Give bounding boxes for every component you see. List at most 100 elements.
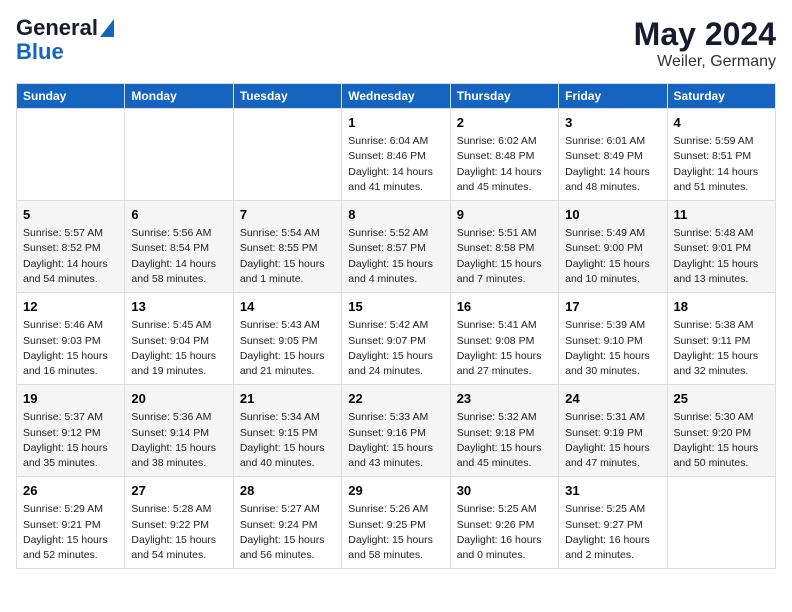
day-info: Sunrise: 5:51 AM Sunset: 8:58 PM Dayligh… (457, 226, 552, 287)
calendar-cell: 25 Sunrise: 5:30 AM Sunset: 9:20 PM Dayli… (667, 385, 775, 477)
calendar-cell: 2 Sunrise: 6:02 AM Sunset: 8:48 PM Daylig… (450, 109, 558, 201)
day-info: Sunrise: 6:01 AM Sunset: 8:49 PM Dayligh… (565, 134, 660, 195)
logo-triangle-icon (100, 19, 114, 37)
calendar-week-row: 19 Sunrise: 5:37 AM Sunset: 9:12 PM Dayli… (17, 385, 776, 477)
calendar-cell: 21Sunrise: 5:34 AM Sunset: 9:15 PM Dayli… (233, 385, 341, 477)
calendar-cell: 31 Sunrise: 5:25 AM Sunset: 9:27 PM Dayli… (559, 477, 667, 569)
calendar-header-row: SundayMondayTuesdayWednesdayThursdayFrid… (17, 84, 776, 109)
day-info: Sunrise: 5:27 AM Sunset: 9:24 PM Dayligh… (240, 502, 335, 563)
calendar-cell: 22 Sunrise: 5:33 AM Sunset: 9:16 PM Dayli… (342, 385, 450, 477)
day-number: 20 (131, 390, 226, 408)
day-number: 25 (674, 390, 769, 408)
calendar-cell: 1 Sunrise: 6:04 AM Sunset: 8:46 PM Daylig… (342, 109, 450, 201)
calendar-cell: 5 Sunrise: 5:57 AM Sunset: 8:52 PM Daylig… (17, 201, 125, 293)
day-info: Sunrise: 6:04 AM Sunset: 8:46 PM Dayligh… (348, 134, 443, 195)
calendar-cell: 26Sunrise: 5:29 AM Sunset: 9:21 PM Dayli… (17, 477, 125, 569)
month-year-title: May 2024 (634, 16, 776, 53)
day-info: Sunrise: 5:30 AM Sunset: 9:20 PM Dayligh… (674, 410, 769, 471)
day-info: Sunrise: 5:42 AM Sunset: 9:07 PM Dayligh… (348, 318, 443, 379)
calendar-cell: 12 Sunrise: 5:46 AM Sunset: 9:03 PM Dayli… (17, 293, 125, 385)
day-info: Sunrise: 5:39 AM Sunset: 9:10 PM Dayligh… (565, 318, 660, 379)
day-number: 5 (23, 206, 118, 224)
calendar-cell: 3Sunrise: 6:01 AM Sunset: 8:49 PM Daylig… (559, 109, 667, 201)
day-info: Sunrise: 5:28 AM Sunset: 9:22 PM Dayligh… (131, 502, 226, 563)
day-number: 15 (348, 298, 443, 316)
day-info: Sunrise: 5:59 AM Sunset: 8:51 PM Dayligh… (674, 134, 769, 195)
logo-text-general: General (16, 16, 98, 40)
calendar-cell: 29Sunrise: 5:26 AM Sunset: 9:25 PM Dayli… (342, 477, 450, 569)
day-number: 9 (457, 206, 552, 224)
calendar-cell: 27 Sunrise: 5:28 AM Sunset: 9:22 PM Dayli… (125, 477, 233, 569)
day-number: 30 (457, 482, 552, 500)
day-info: Sunrise: 5:32 AM Sunset: 9:18 PM Dayligh… (457, 410, 552, 471)
day-number: 19 (23, 390, 118, 408)
title-block: May 2024 Weiler, Germany (634, 16, 776, 71)
day-info: Sunrise: 5:49 AM Sunset: 9:00 PM Dayligh… (565, 226, 660, 287)
day-number: 17 (565, 298, 660, 316)
day-number: 31 (565, 482, 660, 500)
calendar-cell: 13 Sunrise: 5:45 AM Sunset: 9:04 PM Dayli… (125, 293, 233, 385)
day-info: Sunrise: 5:33 AM Sunset: 9:16 PM Dayligh… (348, 410, 443, 471)
day-info: Sunrise: 5:56 AM Sunset: 8:54 PM Dayligh… (131, 226, 226, 287)
logo: General Blue (16, 16, 114, 64)
calendar-cell: 24Sunrise: 5:31 AM Sunset: 9:19 PM Dayli… (559, 385, 667, 477)
day-info: Sunrise: 5:46 AM Sunset: 9:03 PM Dayligh… (23, 318, 118, 379)
col-header-tuesday: Tuesday (233, 84, 341, 109)
day-info: Sunrise: 5:26 AM Sunset: 9:25 PM Dayligh… (348, 502, 443, 563)
day-number: 12 (23, 298, 118, 316)
calendar-cell (125, 109, 233, 201)
day-info: Sunrise: 5:43 AM Sunset: 9:05 PM Dayligh… (240, 318, 335, 379)
calendar-cell: 7 Sunrise: 5:54 AM Sunset: 8:55 PM Daylig… (233, 201, 341, 293)
day-info: Sunrise: 5:41 AM Sunset: 9:08 PM Dayligh… (457, 318, 552, 379)
day-number: 6 (131, 206, 226, 224)
day-number: 27 (131, 482, 226, 500)
day-number: 1 (348, 114, 443, 132)
day-number: 24 (565, 390, 660, 408)
calendar-week-row: 5 Sunrise: 5:57 AM Sunset: 8:52 PM Daylig… (17, 201, 776, 293)
day-info: Sunrise: 5:37 AM Sunset: 9:12 PM Dayligh… (23, 410, 118, 471)
calendar-cell: 15 Sunrise: 5:42 AM Sunset: 9:07 PM Dayli… (342, 293, 450, 385)
calendar-table: SundayMondayTuesdayWednesdayThursdayFrid… (16, 83, 776, 569)
day-info: Sunrise: 5:45 AM Sunset: 9:04 PM Dayligh… (131, 318, 226, 379)
day-number: 28 (240, 482, 335, 500)
day-info: Sunrise: 5:48 AM Sunset: 9:01 PM Dayligh… (674, 226, 769, 287)
day-number: 22 (348, 390, 443, 408)
location-title: Weiler, Germany (634, 53, 776, 71)
day-number: 16 (457, 298, 552, 316)
day-info: Sunrise: 5:38 AM Sunset: 9:11 PM Dayligh… (674, 318, 769, 379)
calendar-week-row: 12 Sunrise: 5:46 AM Sunset: 9:03 PM Dayli… (17, 293, 776, 385)
col-header-thursday: Thursday (450, 84, 558, 109)
calendar-cell (233, 109, 341, 201)
day-number: 11 (674, 206, 769, 224)
col-header-wednesday: Wednesday (342, 84, 450, 109)
calendar-cell (667, 477, 775, 569)
day-info: Sunrise: 5:34 AM Sunset: 9:15 PM Dayligh… (240, 410, 335, 471)
day-info: Sunrise: 6:02 AM Sunset: 8:48 PM Dayligh… (457, 134, 552, 195)
calendar-cell: 8Sunrise: 5:52 AM Sunset: 8:57 PM Daylig… (342, 201, 450, 293)
calendar-cell: 23 Sunrise: 5:32 AM Sunset: 9:18 PM Dayli… (450, 385, 558, 477)
day-number: 13 (131, 298, 226, 316)
col-header-friday: Friday (559, 84, 667, 109)
day-number: 2 (457, 114, 552, 132)
calendar-week-row: 26Sunrise: 5:29 AM Sunset: 9:21 PM Dayli… (17, 477, 776, 569)
calendar-cell: 10Sunrise: 5:49 AM Sunset: 9:00 PM Dayli… (559, 201, 667, 293)
day-info: Sunrise: 5:36 AM Sunset: 9:14 PM Dayligh… (131, 410, 226, 471)
logo-text-blue: Blue (16, 40, 64, 64)
page-header: General Blue May 2024 Weiler, Germany (16, 16, 776, 71)
calendar-cell: 18 Sunrise: 5:38 AM Sunset: 9:11 PM Dayli… (667, 293, 775, 385)
calendar-cell: 9 Sunrise: 5:51 AM Sunset: 8:58 PM Daylig… (450, 201, 558, 293)
day-number: 18 (674, 298, 769, 316)
day-info: Sunrise: 5:25 AM Sunset: 9:26 PM Dayligh… (457, 502, 552, 563)
day-number: 23 (457, 390, 552, 408)
day-info: Sunrise: 5:54 AM Sunset: 8:55 PM Dayligh… (240, 226, 335, 287)
day-info: Sunrise: 5:57 AM Sunset: 8:52 PM Dayligh… (23, 226, 118, 287)
calendar-cell: 11 Sunrise: 5:48 AM Sunset: 9:01 PM Dayli… (667, 201, 775, 293)
calendar-cell: 30 Sunrise: 5:25 AM Sunset: 9:26 PM Dayli… (450, 477, 558, 569)
col-header-monday: Monday (125, 84, 233, 109)
day-info: Sunrise: 5:25 AM Sunset: 9:27 PM Dayligh… (565, 502, 660, 563)
day-number: 4 (674, 114, 769, 132)
calendar-cell: 28 Sunrise: 5:27 AM Sunset: 9:24 PM Dayli… (233, 477, 341, 569)
day-number: 26 (23, 482, 118, 500)
day-number: 7 (240, 206, 335, 224)
calendar-cell: 14Sunrise: 5:43 AM Sunset: 9:05 PM Dayli… (233, 293, 341, 385)
